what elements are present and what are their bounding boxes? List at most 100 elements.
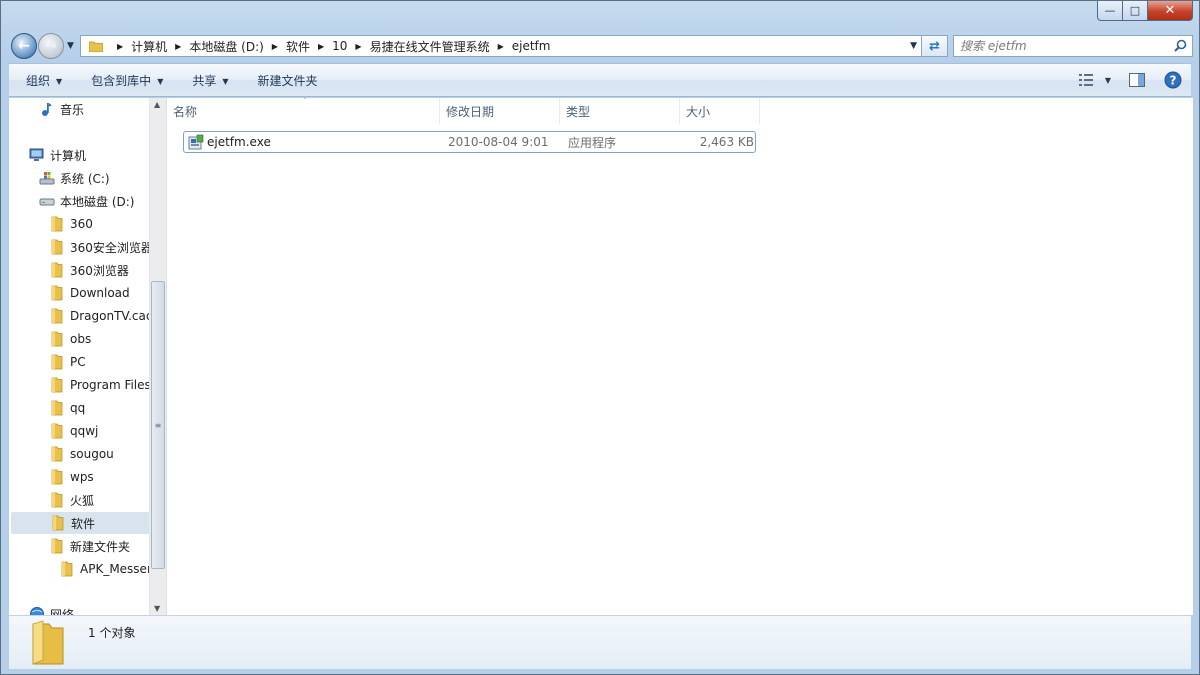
folder-icon [51, 331, 63, 347]
refresh-icon: ⇄ [929, 38, 940, 54]
nav-folder-label: sougou [70, 447, 114, 461]
folder-icon [51, 308, 63, 324]
share-label: 共享 [192, 73, 217, 88]
view-options-icon[interactable] [1077, 70, 1097, 90]
new-folder-button[interactable]: 新建文件夹 [258, 72, 318, 89]
breadcrumb-separator-icon[interactable]: ▶ [355, 42, 361, 51]
chevron-down-icon: ▼ [56, 76, 63, 86]
view-dropdown-icon[interactable]: ▼ [1105, 76, 1111, 85]
nav-label-music: 音乐 [60, 102, 85, 117]
navigation-pane: 音乐 计算机 系统 (C:) 本地磁盘 (D:) 360 360安全浏览器 36… [9, 98, 167, 615]
explorer-window: — □ ✕ ← → ▼ ▶ 计算机 ▶ 本地磁盘 (D:) ▶ 软件 ▶ 10 … [0, 0, 1200, 675]
navigation-scrollbar[interactable]: ▲ ≡ ▼ [149, 98, 166, 615]
file-size: 2,463 KB [699, 135, 754, 149]
nav-folder-label: PC [70, 355, 86, 369]
folder-icon [51, 469, 63, 485]
nav-item-computer[interactable]: 计算机 [29, 144, 166, 166]
chevron-down-icon: ▼ [157, 76, 164, 86]
nav-folder-label: Download [70, 286, 130, 300]
column-header-name[interactable]: ˆ 名称 [167, 97, 440, 124]
folder-icon [51, 239, 63, 255]
nav-folder-label: wps [70, 470, 94, 484]
nav-folder-label: qqwj [70, 424, 99, 438]
address-bar[interactable]: ▶ 计算机 ▶ 本地磁盘 (D:) ▶ 软件 ▶ 10 ▶ 易捷在线文件管理系统… [80, 35, 922, 57]
folder-icon [51, 492, 63, 508]
nav-folder-label: 新建文件夹 [70, 539, 131, 554]
include-in-library-menu[interactable]: 包含到库中 ▼ [91, 72, 163, 89]
sort-ascending-icon: ˆ [303, 97, 307, 106]
file-row[interactable]: ejetfm.exe 2010-08-04 9:01 应用程序 2,463 KB [183, 131, 756, 153]
scrollbar-thumb[interactable]: ≡ [151, 281, 165, 569]
nav-label-network: 网络 [50, 607, 75, 616]
refresh-button[interactable]: ⇄ [922, 35, 948, 57]
preview-pane-icon[interactable] [1127, 70, 1147, 90]
breadcrumb-computer[interactable]: 计算机 [131, 38, 167, 55]
close-button[interactable]: ✕ [1148, 1, 1193, 21]
address-row: ← → ▼ ▶ 计算机 ▶ 本地磁盘 (D:) ▶ 软件 ▶ 10 ▶ 易捷在线… [9, 31, 1193, 61]
file-list: ˆ 名称 修改日期 类型 大小 ejetfm.exe 2010-08-04 9:… [167, 97, 1193, 615]
details-pane: 1 个对象 [9, 615, 1191, 669]
forward-button[interactable]: → [38, 33, 64, 59]
nav-label-computer: 计算机 [50, 148, 87, 163]
column-headers: ˆ 名称 修改日期 类型 大小 [167, 97, 760, 124]
view-controls: ▼ ? [1077, 70, 1183, 90]
nav-item-drive-c[interactable]: 系统 (C:) [39, 167, 166, 189]
folder-icon [51, 446, 63, 462]
nav-folder-label: qq [70, 401, 86, 415]
nav-folder-label: 360浏览器 [70, 263, 129, 278]
breadcrumb-10[interactable]: 10 [332, 39, 347, 53]
nav-folder-label: 360 [70, 217, 93, 231]
folder-icon [51, 262, 63, 278]
organize-label: 组织 [26, 73, 51, 88]
folder-icon [51, 216, 63, 232]
file-modified: 2010-08-04 9:01 [448, 135, 549, 149]
scroll-up-icon[interactable]: ▲ [154, 100, 160, 109]
column-label-size: 大小 [686, 104, 711, 119]
share-menu[interactable]: 共享 ▼ [192, 72, 228, 89]
computer-icon [29, 148, 44, 161]
help-icon[interactable]: ? [1163, 70, 1183, 90]
breadcrumb-separator-icon[interactable]: ▶ [498, 42, 504, 51]
back-arrow-icon: ← [18, 38, 30, 54]
nav-item-drive-d[interactable]: 本地磁盘 (D:) [39, 190, 166, 212]
hard-drive-icon [39, 198, 55, 206]
search-icon[interactable] [1174, 39, 1187, 52]
nav-item-music[interactable]: 音乐 [39, 98, 166, 120]
breadcrumb-separator-icon[interactable]: ▶ [175, 42, 181, 51]
recent-pages-dropdown-icon[interactable]: ▼ [67, 41, 74, 51]
nav-folder-software[interactable]: 软件 [11, 512, 150, 534]
chevron-down-icon: ▼ [222, 76, 229, 86]
breadcrumb-ejetfm[interactable]: ejetfm [512, 39, 551, 53]
folder-large-icon [32, 620, 64, 665]
column-label-modified: 修改日期 [446, 104, 495, 119]
system-drive-icon [39, 172, 55, 185]
minimize-button[interactable]: — [1097, 1, 1123, 21]
file-type: 应用程序 [568, 135, 617, 150]
column-header-type[interactable]: 类型 [560, 98, 680, 124]
network-icon [30, 607, 44, 615]
nav-folder-label: obs [70, 332, 92, 346]
breadcrumb-ejet-system[interactable]: 易捷在线文件管理系统 [370, 38, 490, 55]
column-label-type: 类型 [566, 104, 591, 119]
breadcrumb-separator-icon[interactable]: ▶ [272, 42, 278, 51]
search-input[interactable] [960, 39, 1160, 53]
breadcrumb-drive-d[interactable]: 本地磁盘 (D:) [189, 38, 263, 55]
executable-icon [188, 134, 204, 150]
maximize-button[interactable]: □ [1123, 1, 1148, 21]
organize-menu[interactable]: 组织 ▼ [26, 72, 62, 89]
nav-label-drive-c: 系统 (C:) [60, 171, 110, 186]
nav-folder-apk-messenger[interactable]: APK_Messenger [59, 558, 149, 580]
forward-arrow-icon: → [45, 38, 57, 54]
column-header-size[interactable]: 大小 [680, 98, 760, 124]
item-count: 1 个对象 [88, 626, 136, 640]
column-header-modified[interactable]: 修改日期 [440, 98, 560, 124]
back-button[interactable]: ← [11, 33, 37, 59]
nav-item-network[interactable]: 网络 [29, 603, 166, 616]
address-history-dropdown-icon[interactable]: ▼ [910, 41, 917, 51]
breadcrumb-separator-icon[interactable]: ▶ [318, 42, 324, 51]
search-box[interactable] [953, 35, 1193, 57]
breadcrumb-separator-icon[interactable]: ▶ [117, 42, 123, 51]
breadcrumb-software[interactable]: 软件 [286, 38, 310, 55]
scroll-down-icon[interactable]: ▼ [154, 604, 160, 613]
folder-icon [51, 423, 63, 439]
